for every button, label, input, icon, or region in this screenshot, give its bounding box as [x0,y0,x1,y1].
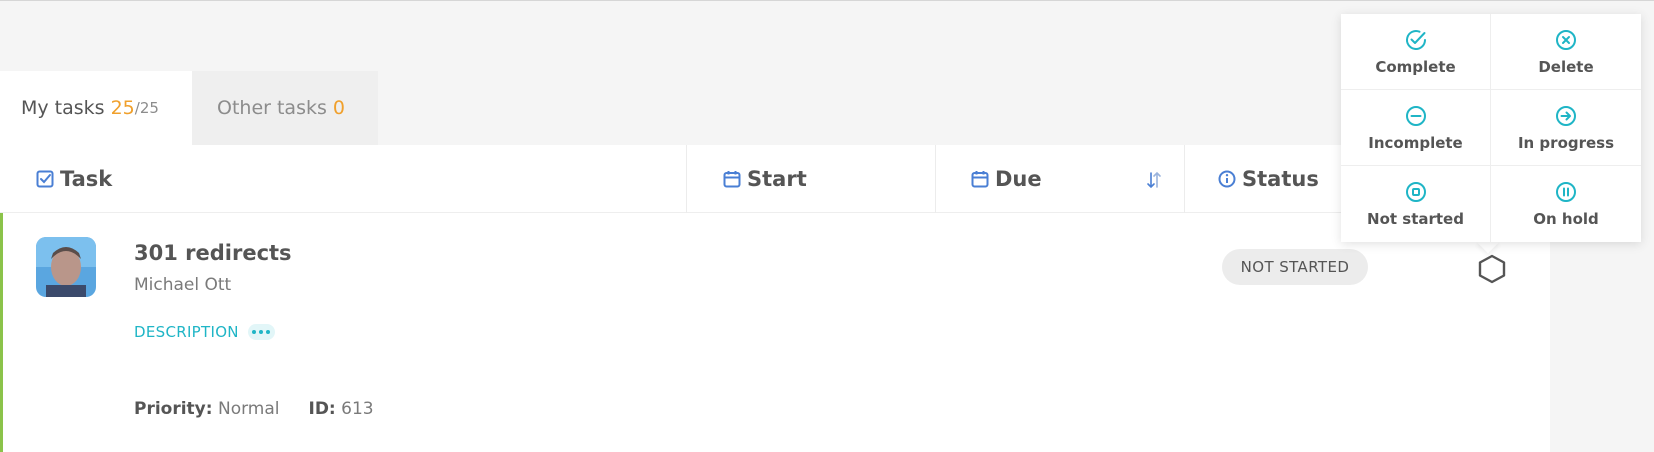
more-dots-icon[interactable] [247,324,275,340]
menu-item-label: Not started [1367,210,1464,228]
check-circle-icon [1405,29,1426,50]
task-meta: Priority: Normal ID: 613 [134,399,374,419]
description-label: DESCRIPTION [134,323,239,341]
priority-field: Priority: Normal [134,399,280,419]
stop-circle-icon [1405,182,1426,202]
id-value: 613 [341,399,374,419]
menu-item-complete[interactable]: Complete [1341,14,1491,90]
menu-item-label: Delete [1538,57,1594,76]
calendar-icon [723,171,741,188]
avatar-image [36,237,96,297]
tab-my-tasks-label: My tasks [21,97,105,119]
task-tabs: My tasks 25 /25 Other tasks 0 [0,71,378,145]
task-title[interactable]: 301 redirects [134,241,292,265]
column-header-status-label: Status [1242,167,1319,191]
sort-icon[interactable] [1146,170,1162,190]
column-header-due-label: Due [995,167,1042,191]
tab-other-tasks-count: 0 [332,97,345,119]
column-header-status[interactable]: Status [1218,145,1319,213]
avatar [36,237,96,297]
priority-label: Priority: [134,399,213,419]
task-table: Task Start Due Status 301 redirects Mich… [0,145,1550,452]
status-toggle-hexagon-icon[interactable] [1477,253,1507,285]
table-row[interactable]: 301 redirects Michael Ott DESCRIPTION Pr… [0,213,1550,452]
description-toggle[interactable]: DESCRIPTION [134,323,275,341]
id-label: ID: [308,399,336,419]
menu-item-incomplete[interactable]: Incomplete [1341,90,1491,166]
tab-my-tasks[interactable]: My tasks 25 /25 [0,71,192,145]
column-header-start[interactable]: Start [723,145,807,213]
column-header-due[interactable]: Due [971,145,1042,213]
table-header: Task Start Due Status [0,145,1550,213]
column-header-task-label: Task [60,167,113,191]
menu-item-label: On hold [1533,210,1599,228]
minus-circle-icon [1405,105,1426,126]
column-header-task[interactable]: Task [36,145,112,213]
arrow-right-circle-icon [1556,105,1576,126]
pause-circle-icon [1556,182,1576,202]
x-circle-icon [1556,29,1576,50]
id-field: ID: 613 [309,399,374,419]
checkbox-checked-icon [36,170,54,188]
menu-item-in-progress[interactable]: In progress [1491,90,1641,166]
status-menu: Complete Delete Incomplete In progress N… [1341,14,1641,242]
menu-item-label: In progress [1517,133,1615,152]
info-icon [1218,170,1236,188]
status-badge: NOT STARTED [1222,249,1368,285]
column-divider [686,145,687,213]
menu-item-label: Incomplete [1368,133,1463,152]
tab-my-tasks-count: 25 [110,97,135,119]
top-divider [0,0,1654,1]
menu-item-label: Complete [1375,57,1456,76]
column-header-start-label: Start [747,167,807,191]
tab-my-tasks-total: /25 [134,99,159,117]
priority-value: Normal [217,399,280,419]
menu-item-on-hold[interactable]: On hold [1491,166,1641,242]
menu-item-not-started[interactable]: Not started [1341,166,1491,242]
column-divider [935,145,936,213]
menu-item-delete[interactable]: Delete [1491,14,1641,90]
column-divider [1184,145,1185,213]
tab-other-tasks[interactable]: Other tasks 0 [192,71,378,145]
tab-other-tasks-label: Other tasks [217,97,327,119]
task-assignee: Michael Ott [134,275,232,295]
calendar-icon [971,171,989,188]
